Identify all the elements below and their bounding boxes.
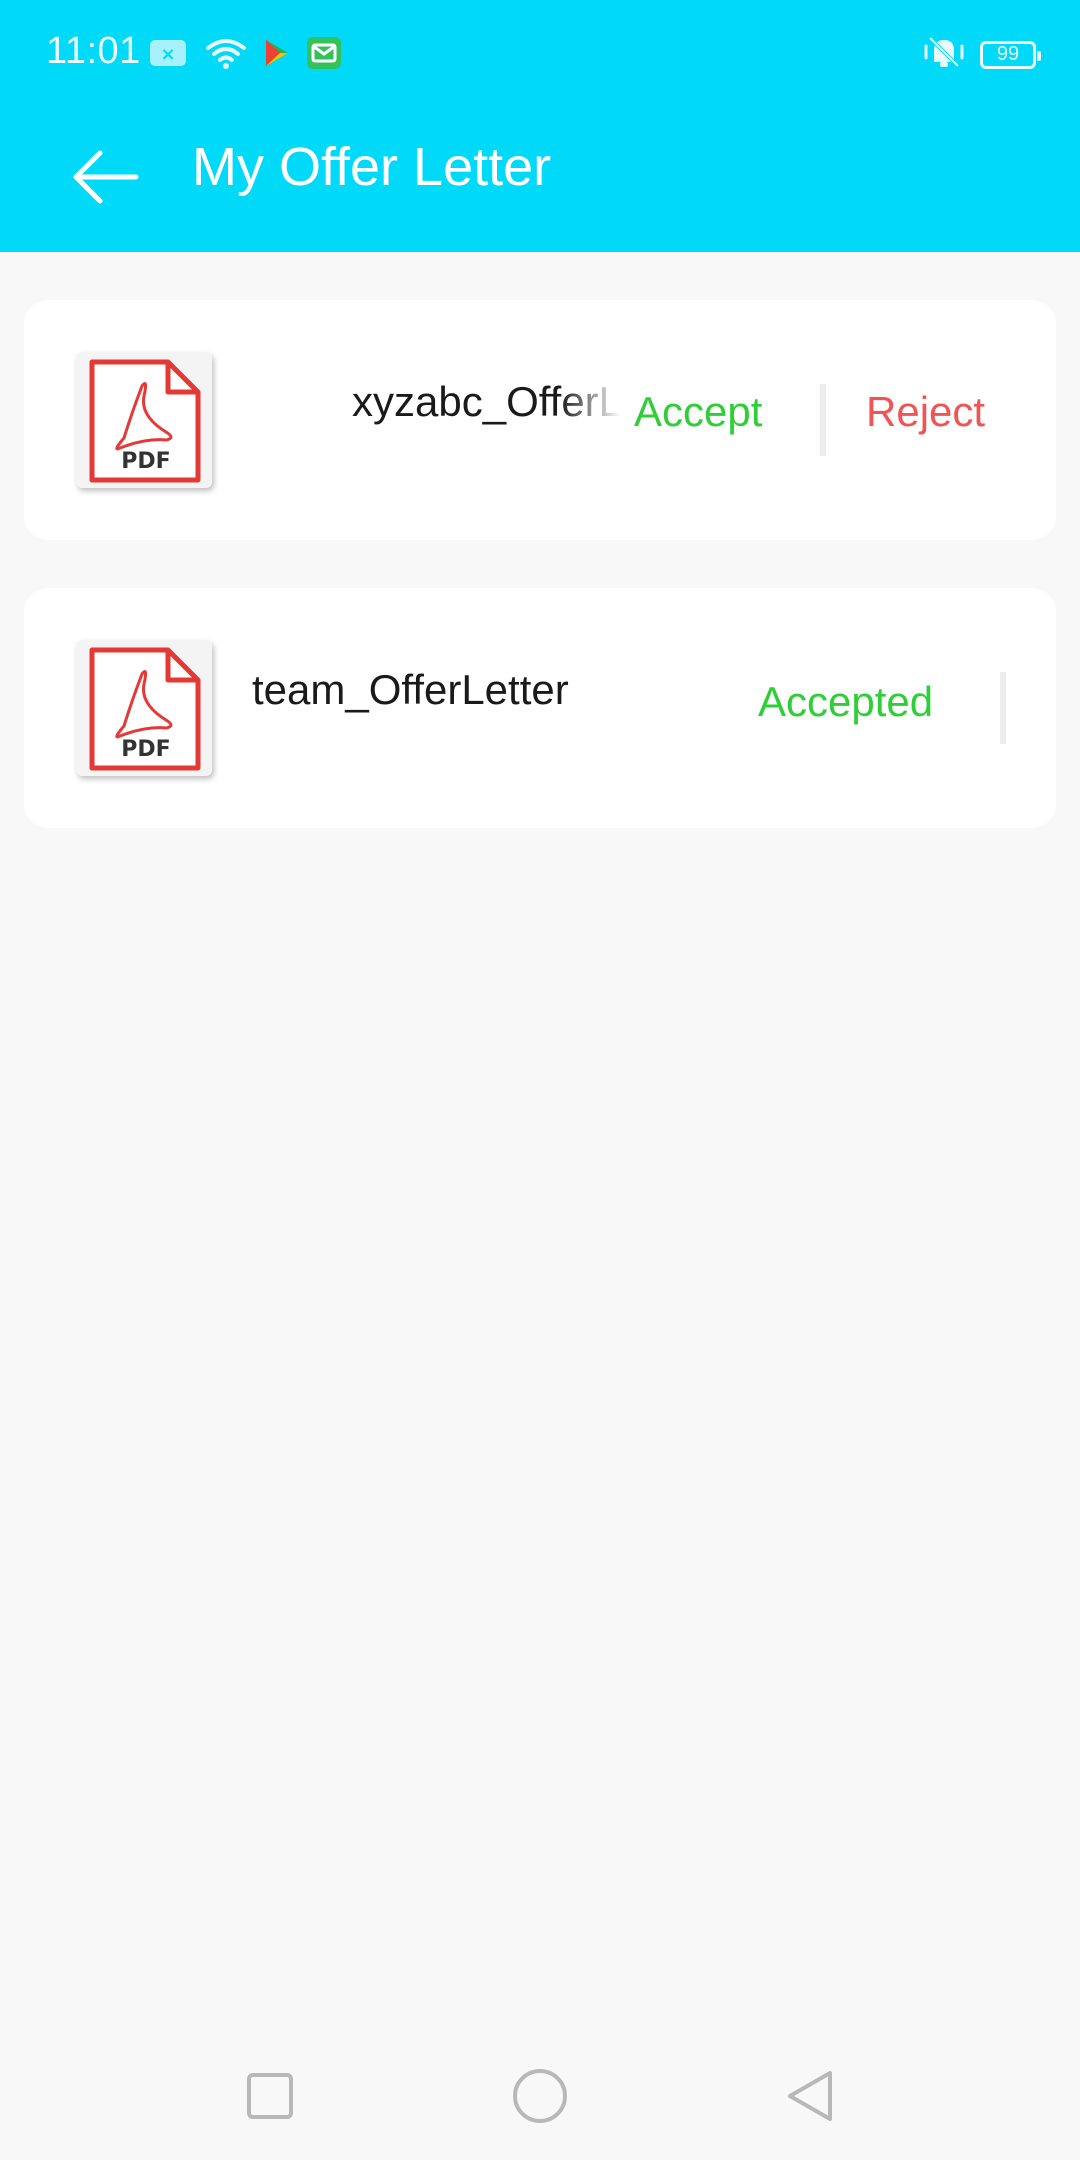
pdf-file-icon[interactable]: PDF: [76, 640, 212, 776]
mail-app-icon: [306, 36, 342, 75]
notification-badge-icon: ×: [148, 38, 188, 73]
recents-button[interactable]: [230, 2056, 310, 2136]
home-button[interactable]: [500, 2056, 580, 2136]
file-name[interactable]: xyzabc_OfferLetter: [352, 378, 620, 426]
page-title: My Offer Letter: [192, 137, 552, 197]
wifi-icon: [204, 36, 248, 75]
play-store-icon: [264, 38, 290, 73]
app-bar: My Offer Letter: [0, 108, 1080, 252]
accept-button[interactable]: Accept: [634, 388, 762, 436]
offer-letter-card[interactable]: PDF xyzabc_OfferLetter Accept Reject: [24, 300, 1056, 540]
navigation-bar: [0, 2020, 1080, 2160]
status-icons-right: 99: [922, 34, 1041, 75]
nav-back-button[interactable]: [770, 2056, 850, 2136]
divider: [820, 384, 826, 456]
triangle-back-icon: [788, 2071, 832, 2121]
accepted-status-badge: Accepted: [758, 678, 934, 725]
vibrate-mode-icon: [922, 34, 966, 75]
battery-icon: 99: [980, 40, 1041, 69]
arrow-left-icon: [73, 150, 139, 204]
reject-button[interactable]: Reject: [866, 388, 985, 436]
header: 11:01 × 99 My Offer Letter: [0, 0, 1080, 252]
svg-text:PDF: PDF: [121, 737, 170, 762]
divider: [1000, 672, 1006, 744]
back-button[interactable]: [60, 132, 150, 222]
pdf-file-icon[interactable]: PDF: [76, 352, 212, 488]
circle-icon: [513, 2069, 567, 2123]
status-time: 11:01: [46, 30, 141, 72]
svg-text:×: ×: [160, 44, 175, 65]
status-icons-left: ×: [148, 36, 342, 75]
status-bar: 11:01 × 99: [0, 0, 1080, 108]
square-icon: [247, 2073, 293, 2119]
offer-letter-card[interactable]: PDF team_OfferLetter Accepted: [24, 588, 1056, 828]
svg-text:PDF: PDF: [121, 449, 170, 474]
file-name[interactable]: team_OfferLetter: [252, 666, 569, 714]
